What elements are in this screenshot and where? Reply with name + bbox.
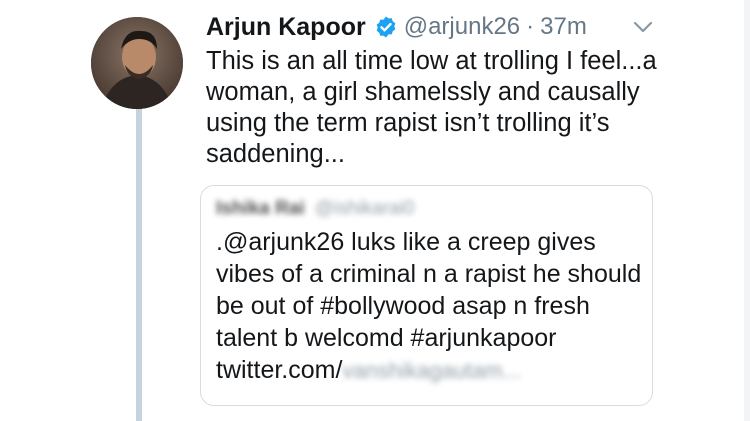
quoted-tweet-link[interactable]: twitter.com/vanshikagautam...	[216, 356, 521, 384]
avatar[interactable]	[91, 17, 183, 109]
thread-line	[136, 104, 142, 421]
quoted-tweet-text: .@arjunk26 luks like a creep gives vibes…	[216, 226, 646, 387]
quoted-tweet-header: Ishika Rai @ishikarai0	[216, 197, 414, 221]
page-edge	[744, 0, 750, 421]
tweet-text: This is an all time low at trolling I fe…	[206, 47, 657, 168]
avatar-photo	[91, 17, 183, 109]
tweet-timestamp[interactable]: 37m	[540, 13, 587, 41]
author-name[interactable]: Arjun Kapoor	[206, 13, 366, 42]
quoted-tweet-body: .@arjunk26 luks like a creep gives vibes…	[216, 228, 642, 352]
separator-dot: ·	[526, 13, 535, 40]
tweet-header: Arjun Kapoor @arjunk26 · 37m	[206, 8, 676, 46]
quoted-author-name: Ishika Rai	[216, 198, 305, 219]
chevron-down-icon[interactable]	[633, 20, 653, 34]
quoted-tweet[interactable]: Ishika Rai @ishikarai0 .@arjunk26 luks l…	[200, 185, 653, 406]
verified-badge-icon	[374, 15, 398, 39]
author-handle[interactable]: @arjunk26	[404, 13, 520, 41]
quoted-author-handle: @ishikarai0	[314, 198, 415, 219]
link-blurred[interactable]: vanshikagautam...	[342, 355, 521, 387]
link-prefix[interactable]: twitter.com/	[216, 356, 342, 384]
